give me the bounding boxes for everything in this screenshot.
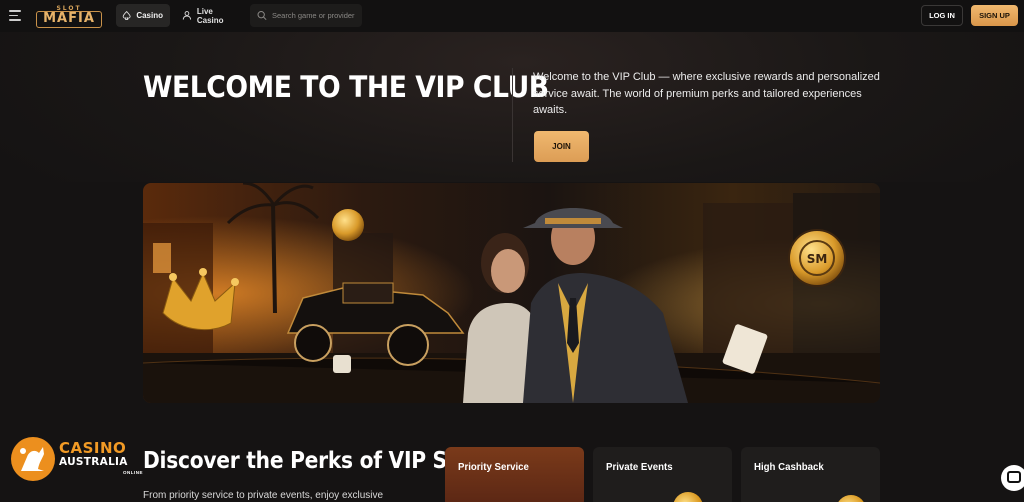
perk-card-priority-service[interactable]: Priority Service xyxy=(445,447,584,502)
perk-card-high-cashback[interactable]: High Cashback xyxy=(741,447,880,502)
signup-button[interactable]: SIGN UP xyxy=(971,5,1018,26)
page-title: WELCOME TO THE VIP CLUB xyxy=(143,70,549,104)
badge-line-casino: CASINO xyxy=(59,439,127,457)
top-navigation-bar: SLOT MAFIA Casino Live Casino LOG IN SIG… xyxy=(0,0,1024,32)
spade-icon xyxy=(122,11,131,20)
perk-card-label: High Cashback xyxy=(754,461,824,473)
perk-card-private-events[interactable]: Private Events xyxy=(593,447,732,502)
logo-main-text: MAFIA xyxy=(36,11,102,28)
hamburger-menu-icon[interactable] xyxy=(9,10,21,21)
casino-australia-badge: CASINO AUSTRALIA ONLINE xyxy=(11,437,143,483)
chat-support-button[interactable] xyxy=(1001,465,1024,491)
perk-card-label: Priority Service xyxy=(458,461,529,473)
coin-icon xyxy=(673,492,703,502)
perk-card-label: Private Events xyxy=(606,461,673,473)
search-box[interactable] xyxy=(250,4,362,27)
dealer-icon xyxy=(182,11,192,20)
site-logo[interactable]: SLOT MAFIA xyxy=(36,5,102,28)
hero-description: Welcome to the VIP Club — where exclusiv… xyxy=(533,71,880,116)
tab-live-casino-label: Live Casino xyxy=(196,6,224,25)
badge-line-australia: AUSTRALIA xyxy=(59,456,128,468)
tab-casino-label: Casino xyxy=(136,11,163,20)
vip-banner-image: SM xyxy=(143,183,880,403)
badge-line-online: ONLINE xyxy=(123,470,144,475)
join-button[interactable]: JOIN xyxy=(534,131,589,162)
search-input[interactable] xyxy=(272,11,362,20)
tab-live-casino[interactable]: Live Casino xyxy=(176,4,244,27)
hero-divider xyxy=(512,68,513,162)
coin-icon xyxy=(836,495,866,502)
svg-text:SM: SM xyxy=(807,252,828,266)
kangaroo-icon xyxy=(11,437,55,481)
login-button[interactable]: LOG IN xyxy=(921,5,963,26)
search-icon xyxy=(257,11,267,21)
tab-casino[interactable]: Casino xyxy=(116,4,170,27)
perks-subtitle: From priority service to private events,… xyxy=(143,490,384,501)
chat-icon xyxy=(1007,471,1021,483)
